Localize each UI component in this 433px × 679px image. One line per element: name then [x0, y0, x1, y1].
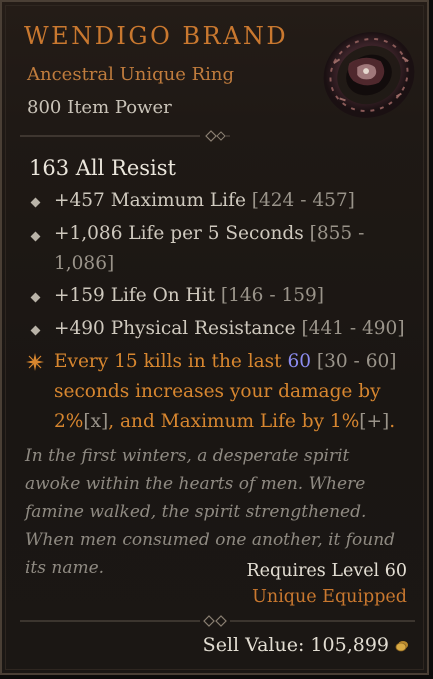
item-type: Ancestral Unique Ring	[27, 64, 235, 85]
affix-line: +490 Physical Resistance [441 - 490]	[54, 318, 405, 339]
unique-power-icon	[26, 353, 44, 371]
affix-line: +457 Maximum Life [424 - 457]	[54, 190, 355, 211]
implicit-stat: 163 All Resist	[29, 156, 176, 180]
ring-icon	[323, 32, 415, 118]
affix-line: +159 Life On Hit [146 - 159]	[54, 285, 324, 306]
item-name: WENDIGO BRAND	[24, 22, 289, 50]
affix-bullet-icon	[30, 231, 41, 242]
level-requirement: Requires Level 60	[246, 561, 407, 581]
gold-coin-icon	[395, 641, 408, 652]
sell-value: Sell Value: 105,899	[202, 634, 389, 656]
affix-bullet-icon	[30, 292, 41, 303]
affix-bullet-icon	[30, 325, 41, 336]
affix-line: +1,086 Life per 5 Seconds [855 - 1,086]	[54, 223, 365, 274]
item-tooltip: WENDIGO BRAND Ancestral Unique Ring 800 …	[0, 0, 429, 675]
divider	[20, 130, 230, 142]
unique-power: Every 15 kills in the last 60 [30 - 60] …	[54, 351, 397, 432]
item-power: 800 Item Power	[27, 97, 172, 118]
equipped-status: Unique Equipped	[252, 587, 407, 607]
affix-bullet-icon	[30, 197, 41, 208]
divider	[20, 615, 415, 627]
